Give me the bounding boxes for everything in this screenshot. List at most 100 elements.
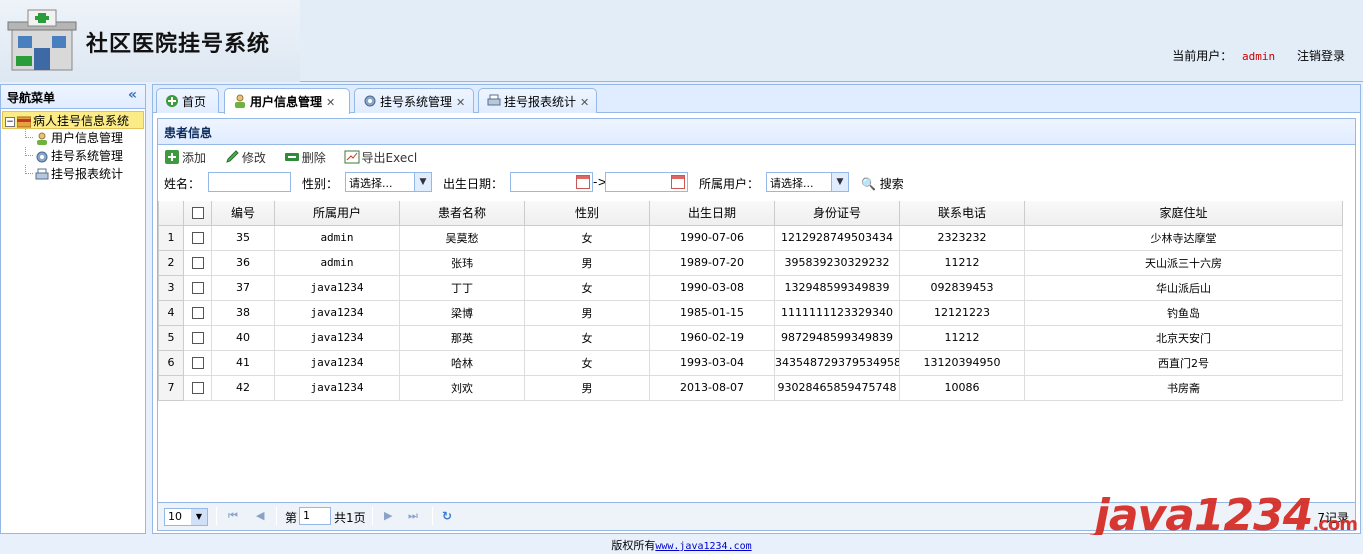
tree-collapse-toggle-icon[interactable]: − xyxy=(5,116,15,127)
calendar-icon[interactable] xyxy=(671,175,685,189)
row-checkbox[interactable] xyxy=(191,232,204,244)
cell-phone: 12121223 xyxy=(899,299,1025,326)
table-row[interactable]: 3 37 java1234 丁丁女 1990-03-08 132948599349839 0… xyxy=(158,274,1343,301)
cell-birth: 1993-03-04 xyxy=(649,349,775,376)
column-header[interactable]: 联系电话 xyxy=(899,201,1025,226)
owner-select[interactable]: 请选择... ▼ xyxy=(766,172,849,192)
footer-link[interactable]: www.java1234.com xyxy=(655,541,751,552)
cell-user: java1234 xyxy=(274,324,400,351)
search-row: 姓名： 性别： 请选择... ▼ 出生日期： -> 所属用户： 请选择... ▼ 🔍… xyxy=(158,169,1355,195)
owner-value: 请选择... xyxy=(770,177,814,190)
collapse-sidebar-icon[interactable]: « xyxy=(128,87,137,103)
pencil-icon xyxy=(226,150,239,163)
cell-gender: 女 xyxy=(524,224,650,251)
add-button[interactable]: 添加 xyxy=(164,149,206,166)
select-all-checkbox[interactable] xyxy=(191,207,204,220)
close-tab-icon[interactable]: ✕ xyxy=(580,96,589,109)
cell-addr: 西直门2号 xyxy=(1024,349,1343,376)
cell-name: 那英 xyxy=(399,324,525,351)
tab-home[interactable]: 首页 xyxy=(156,88,219,113)
cell-birth: 1960-02-19 xyxy=(649,324,775,351)
column-header[interactable]: 家庭住址 xyxy=(1024,201,1343,226)
first-page-icon[interactable]: ⏮ xyxy=(228,509,238,523)
column-header[interactable]: 性别 xyxy=(524,201,650,226)
logo-area: 社区医院挂号系统 xyxy=(0,0,300,82)
sidebar-item-registration[interactable]: 挂号系统管理 xyxy=(1,147,145,165)
tab-registration[interactable]: 挂号系统管理 ✕ xyxy=(354,88,474,113)
birth-end-input[interactable] xyxy=(605,172,688,192)
row-select-cell[interactable] xyxy=(183,224,212,251)
name-input[interactable] xyxy=(208,172,291,192)
column-header[interactable]: 所属用户 xyxy=(274,201,400,226)
chevron-down-icon: ▼ xyxy=(191,509,207,525)
close-tab-icon[interactable]: ✕ xyxy=(456,96,465,109)
prev-page-icon[interactable]: ◀ xyxy=(256,509,264,522)
row-checkbox[interactable] xyxy=(191,332,204,344)
current-user-label: 当前用户： xyxy=(1172,49,1233,63)
column-header[interactable]: 编号 xyxy=(211,201,275,226)
row-checkbox[interactable] xyxy=(191,282,204,294)
sidebar-item-label: 挂号报表统计 xyxy=(51,167,124,181)
row-checkbox[interactable] xyxy=(191,357,204,369)
cell-addr: 华山派后山 xyxy=(1024,274,1343,301)
tree-root-node[interactable]: − 病人挂号信息系统 xyxy=(2,111,144,129)
column-header[interactable]: 身份证号 xyxy=(774,201,900,226)
close-tab-icon[interactable]: ✕ xyxy=(326,96,335,109)
sidebar-item-user-info[interactable]: 用户信息管理 xyxy=(1,129,145,147)
hospital-logo-icon xyxy=(7,9,77,71)
row-select-cell[interactable] xyxy=(183,374,212,401)
row-select-cell[interactable] xyxy=(183,249,212,276)
pager-separator xyxy=(432,507,433,525)
delete-button[interactable]: 删除 xyxy=(284,149,326,166)
cell-phone: 092839453 xyxy=(899,274,1025,301)
cell-user: java1234 xyxy=(274,374,400,401)
tab-user-info[interactable]: 用户信息管理 ✕ xyxy=(224,88,350,114)
sidebar-item-report[interactable]: 挂号报表统计 xyxy=(1,165,145,183)
gender-select[interactable]: 请选择... ▼ xyxy=(345,172,432,192)
row-checkbox[interactable] xyxy=(191,307,204,319)
next-page-icon[interactable]: ▶ xyxy=(384,509,392,522)
row-number-header xyxy=(158,201,184,226)
cell-gender: 女 xyxy=(524,274,650,301)
select-all-header[interactable] xyxy=(183,201,212,226)
last-page-icon[interactable]: ⏭ xyxy=(408,509,418,523)
cell-user: admin xyxy=(274,224,400,251)
cell-addr: 钓鱼岛 xyxy=(1024,299,1343,326)
page-size-select[interactable]: 10 ▼ xyxy=(164,508,208,526)
nav-tree: − 病人挂号信息系统 用户信息管理 挂号系统管理 挂号报表统计 xyxy=(1,109,145,183)
row-number: 3 xyxy=(158,274,184,301)
page-number-input[interactable]: 1 xyxy=(299,507,331,525)
cell-name: 哈林 xyxy=(399,349,525,376)
row-number: 1 xyxy=(158,224,184,251)
table-row[interactable]: 1 35 admin 吴莫愁女 1990-07-06 1212928749503434 23… xyxy=(158,224,1343,251)
row-select-cell[interactable] xyxy=(183,274,212,301)
row-select-cell[interactable] xyxy=(183,324,212,351)
cell-id: 40 xyxy=(211,324,275,351)
row-checkbox[interactable] xyxy=(191,257,204,269)
birth-start-input[interactable] xyxy=(510,172,593,192)
table-row[interactable]: 6 41 java1234 哈林女 1993-03-04 3435487293795349… xyxy=(158,349,1343,376)
row-select-cell[interactable] xyxy=(183,349,212,376)
row-select-cell[interactable] xyxy=(183,299,212,326)
tab-report[interactable]: 挂号报表统计 ✕ xyxy=(478,88,597,113)
column-header[interactable]: 患者名称 xyxy=(399,201,525,226)
column-header[interactable]: 出生日期 xyxy=(649,201,775,226)
cell-idcard: 9872948599349839 xyxy=(774,324,900,351)
table-row[interactable]: 5 40 java1234 那英女 1960-02-19 9872948599349839… xyxy=(158,324,1343,351)
cell-gender: 男 xyxy=(524,249,650,276)
home-plus-icon xyxy=(166,95,178,107)
table-row[interactable]: 7 42 java1234 刘欢男 2013-08-07 9302846585947574… xyxy=(158,374,1343,401)
logout-link[interactable]: 注销登录 xyxy=(1297,49,1345,63)
main-tabs-container: 首页 用户信息管理 ✕ 挂号系统管理 ✕ 挂号报表统计 ✕ 患者信息 添加 修改 删除… xyxy=(152,84,1361,534)
calendar-icon[interactable] xyxy=(576,175,590,189)
app-title: 社区医院挂号系统 xyxy=(86,32,271,57)
search-button[interactable]: 🔍 搜索 xyxy=(861,175,904,192)
table-row[interactable]: 2 36 admin 张玮男 1989-07-20 395839230329232 1121… xyxy=(158,249,1343,276)
export-button[interactable]: 导出Execl xyxy=(344,149,417,166)
row-checkbox[interactable] xyxy=(191,382,204,394)
refresh-icon[interactable]: ↻ xyxy=(442,509,452,523)
cell-phone: 10086 xyxy=(899,374,1025,401)
edit-button[interactable]: 修改 xyxy=(224,149,266,166)
table-row[interactable]: 4 38 java1234 梁博男 1985-01-15 1111111123329340… xyxy=(158,299,1343,326)
cell-user: java1234 xyxy=(274,274,400,301)
